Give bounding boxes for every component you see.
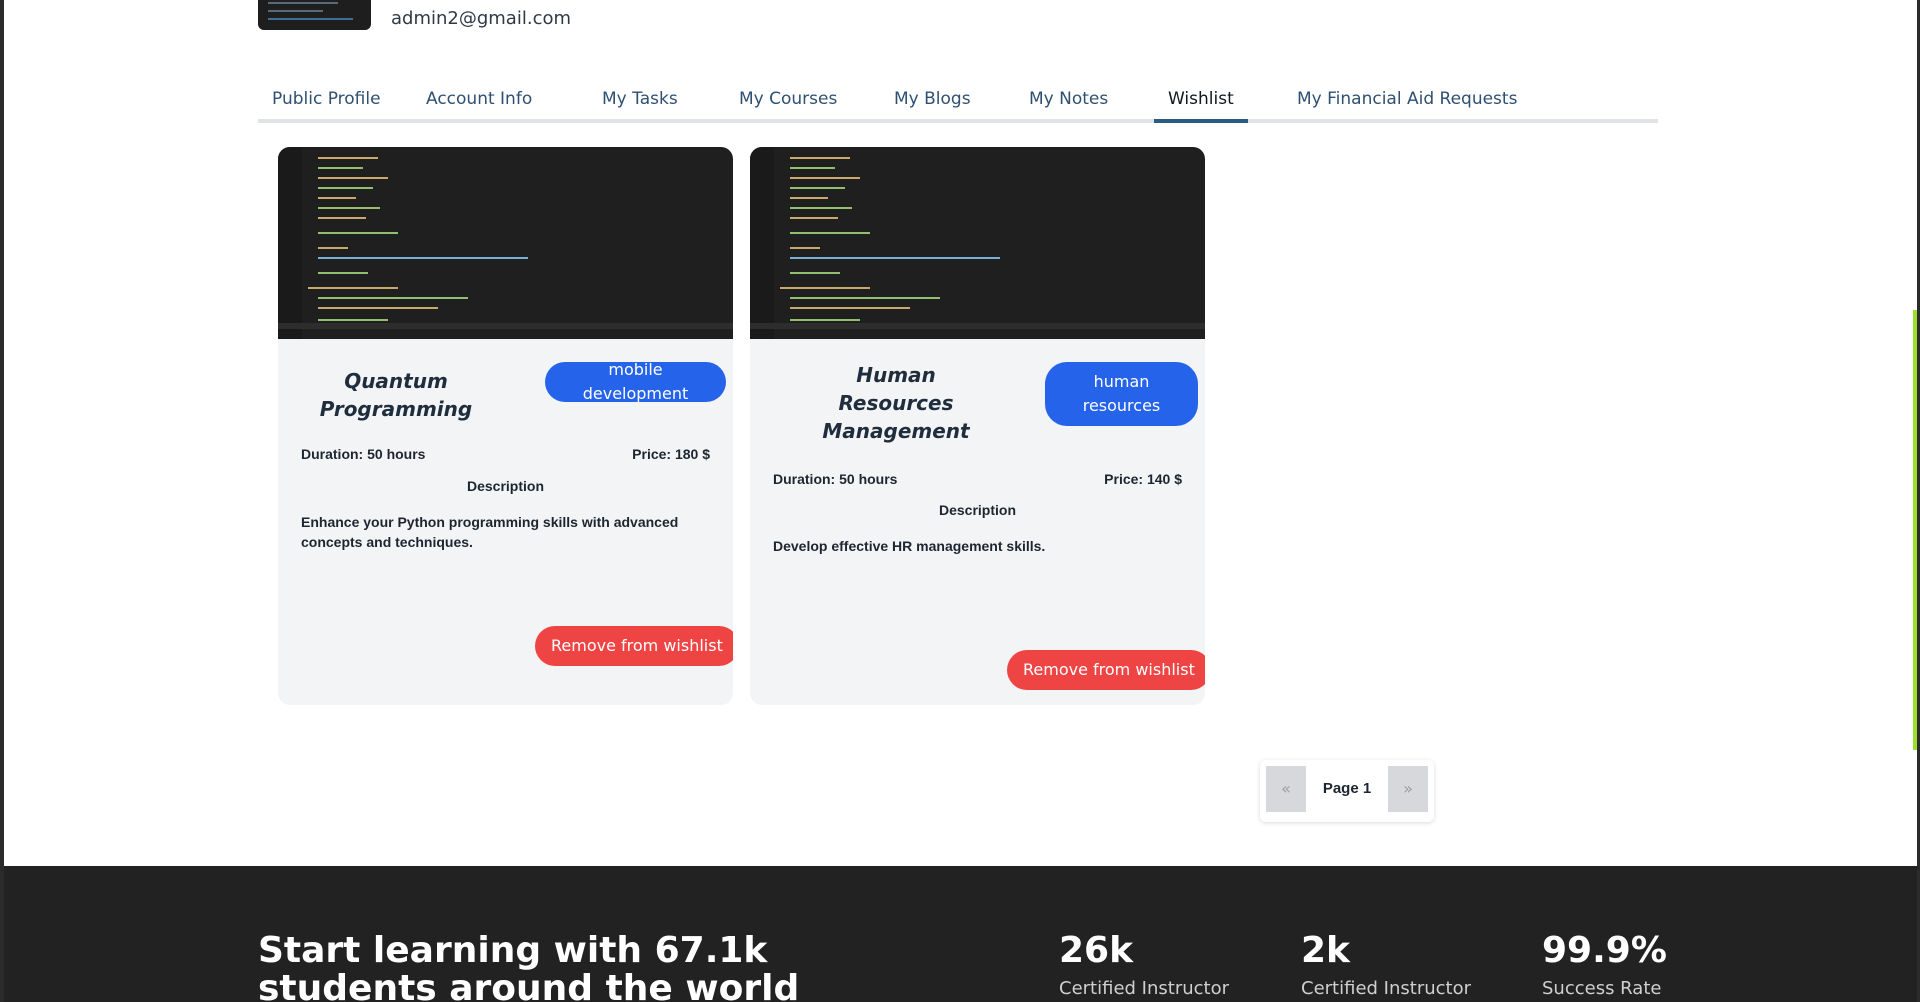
stat-item: 26k Certified Instructor xyxy=(1059,930,1229,1000)
course-thumbnail xyxy=(750,147,1205,339)
footer: Start learning with 67.1k students aroun… xyxy=(4,866,1917,1002)
stat-value: 26k xyxy=(1059,930,1134,971)
profile-tabs: Public Profile Account Info My Tasks My … xyxy=(258,86,1658,123)
tab-my-notes[interactable]: My Notes xyxy=(1015,86,1122,123)
course-category-badge: human resources xyxy=(1045,362,1198,426)
stat-item: 2k Certified Instructor xyxy=(1301,930,1471,1000)
course-duration: Duration: 50 hours xyxy=(773,471,898,487)
course-description: Enhance your Python programming skills w… xyxy=(301,514,679,550)
footer-heading: Start learning with 67.1k students aroun… xyxy=(258,930,800,1002)
previous-page-button[interactable]: « xyxy=(1266,766,1306,812)
course-price: Price: 180 $ xyxy=(632,446,710,462)
course-description: Develop effective HR management skills. xyxy=(773,538,1046,554)
tab-my-courses[interactable]: My Courses xyxy=(725,86,851,123)
stat-label: Success Rate xyxy=(1542,978,1662,999)
stat-item: 99.9% Success Rate xyxy=(1542,930,1667,1000)
stat-value: 99.9% xyxy=(1542,930,1667,971)
tab-public-profile[interactable]: Public Profile xyxy=(258,86,395,123)
scrollbar-thumb[interactable] xyxy=(1913,310,1917,750)
course-title: Quantum Programming xyxy=(319,369,473,421)
course-price: Price: 140 $ xyxy=(1104,471,1182,487)
pagination: « Page 1 » xyxy=(1260,760,1434,822)
remove-from-wishlist-button[interactable]: Remove from wishlist xyxy=(535,626,733,666)
window-left-edge xyxy=(0,0,4,1002)
stat-label: Certified Instructor xyxy=(1059,978,1229,999)
tab-wishlist[interactable]: Wishlist xyxy=(1154,86,1248,123)
description-heading: Description xyxy=(938,502,1016,518)
tab-my-financial-aid-requests[interactable]: My Financial Aid Requests xyxy=(1283,86,1531,123)
course-title: Human Resources Management xyxy=(822,363,970,443)
remove-from-wishlist-button[interactable]: Remove from wishlist xyxy=(1007,650,1205,690)
tab-my-blogs[interactable]: My Blogs xyxy=(880,86,985,123)
tab-account-info[interactable]: Account Info xyxy=(412,86,546,123)
wishlist-card: Human Resources Management human resourc… xyxy=(750,147,1205,705)
stat-value: 2k xyxy=(1301,930,1350,971)
stat-label: Certified Instructor xyxy=(1301,978,1471,999)
tab-my-tasks[interactable]: My Tasks xyxy=(588,86,692,123)
profile-email: admin2@gmail.com xyxy=(391,8,572,29)
wishlist-card: Quantum Programming mobile development D… xyxy=(278,147,733,705)
profile-avatar-image xyxy=(258,0,371,30)
course-duration: Duration: 50 hours xyxy=(301,446,426,462)
course-category-badge: mobile development xyxy=(545,360,726,403)
next-page-button[interactable]: » xyxy=(1388,766,1428,812)
course-thumbnail xyxy=(278,147,733,339)
description-heading: Description xyxy=(466,478,544,494)
current-page-label: Page 1 xyxy=(1322,780,1372,797)
